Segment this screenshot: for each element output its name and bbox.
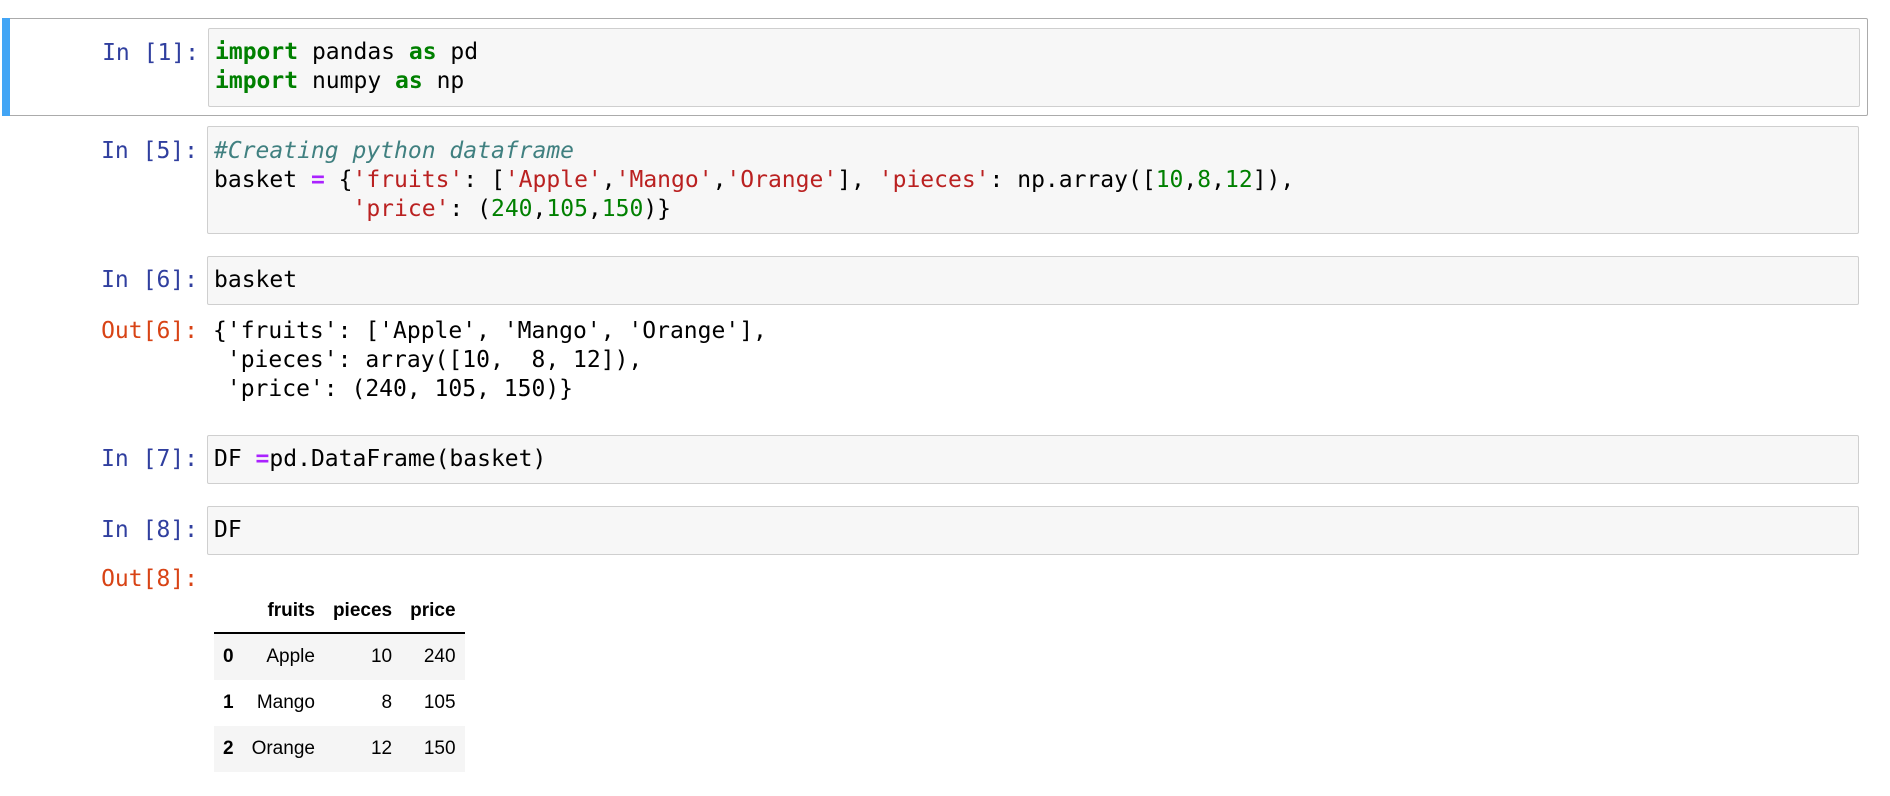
code-token: 240 (490, 196, 533, 222)
output-text: {'fruits': ['Apple', 'Mango', 'Orange'],… (213, 318, 767, 402)
code-token: : ( (449, 196, 491, 222)
code-token: ]), (1252, 167, 1295, 193)
table-row: 0 Apple 10 240 (214, 633, 465, 680)
code-token: DF (214, 517, 242, 543)
cell-price: 105 (423, 692, 456, 713)
code-input[interactable]: basket (207, 256, 1859, 305)
cell-pieces: 8 (381, 692, 393, 713)
code-token: = (255, 446, 270, 472)
code-token: numpy (298, 68, 396, 94)
input-prompt: In [7]: (101, 446, 198, 472)
code-token: import (215, 39, 299, 65)
code-input[interactable]: import pandas as pd import numpy as np (208, 28, 1860, 107)
code-input[interactable]: DF (207, 506, 1859, 555)
row-index: 0 (223, 646, 234, 667)
code-token: as (408, 39, 437, 65)
code-text: DF (214, 516, 242, 545)
code-token: 150 (601, 196, 644, 222)
code-token: 'pieces' (878, 167, 990, 193)
code-cell-7[interactable]: In [7]: DF =pd.DataFrame(basket) (0, 435, 1890, 487)
code-token: np (422, 68, 465, 94)
code-cell-6[interactable]: In [6]: basket Out[6]: {'fruits': ['Appl… (0, 256, 1890, 416)
code-text: DF =pd.DataFrame(basket) (214, 445, 546, 474)
code-token: 'Apple' (504, 167, 602, 193)
output-prompt: Out[6]: (101, 318, 198, 344)
column-header-pieces: pieces (323, 590, 402, 634)
input-prompt: In [6]: (101, 267, 198, 293)
code-token: )} (643, 196, 672, 222)
code-cell-5[interactable]: In [5]: #Creating python dataframe baske… (0, 126, 1890, 236)
code-token: , (587, 196, 602, 222)
cell-pieces: 10 (370, 646, 393, 667)
code-input[interactable]: DF =pd.DataFrame(basket) (207, 435, 1859, 484)
code-token: : [ (463, 167, 505, 193)
cell-price: 150 (423, 738, 456, 759)
code-token: , (712, 167, 727, 193)
code-token: 'Mango' (615, 167, 713, 193)
cell-fruits: Orange (251, 738, 315, 759)
code-token: 'Orange' (726, 167, 838, 193)
column-header-fruits: fruits (242, 590, 324, 634)
input-prompt: In [5]: (101, 138, 198, 164)
code-input[interactable]: #Creating python dataframe basket = {'fr… (207, 126, 1859, 234)
output-prompt: Out[8]: (101, 566, 198, 592)
code-token: import (215, 68, 299, 94)
code-text: import pandas as pd import numpy as np (215, 38, 478, 96)
code-token: , (1183, 167, 1198, 193)
code-token: 10 (1155, 167, 1184, 193)
code-token: = (310, 167, 325, 193)
code-token: { (324, 167, 353, 193)
column-header-price: price (401, 590, 465, 634)
index-header (214, 590, 243, 634)
input-prompt: In [1]: (102, 40, 199, 66)
code-text: basket (214, 266, 297, 295)
code-cell-1[interactable]: In [1]: import pandas as pd import numpy… (2, 18, 1868, 116)
row-index: 1 (223, 692, 234, 713)
code-token: #Creating python dataframe (214, 138, 575, 164)
code-token: basket (214, 267, 298, 293)
code-token: 8 (1197, 167, 1212, 193)
code-token: pd.DataFrame(basket) (269, 446, 547, 472)
code-text: #Creating python dataframe basket = {'fr… (214, 137, 1294, 224)
code-token: pandas (298, 39, 409, 65)
code-token: as (395, 68, 423, 94)
code-token: basket (214, 167, 311, 193)
table-row: 2 Orange 12 150 (214, 726, 465, 772)
table-row: 1 Mango 8 105 (214, 680, 465, 726)
code-token: pd (436, 39, 479, 65)
code-token: ], (837, 167, 879, 193)
row-index: 2 (223, 738, 234, 759)
code-token: , (532, 196, 547, 222)
code-token: DF (214, 446, 256, 472)
code-token: 'fruits' (352, 167, 464, 193)
cell-pieces: 12 (370, 738, 393, 759)
code-token: : np.array([ (989, 167, 1156, 193)
code-token: 12 (1224, 167, 1253, 193)
input-prompt: In [8]: (101, 517, 198, 543)
dataframe-table: fruits pieces price 0 Apple 10 240 1 Man… (214, 590, 465, 772)
table-header-row: fruits pieces price (214, 590, 465, 634)
code-cell-8[interactable]: In [8]: DF (0, 506, 1890, 558)
cell-fruits: Mango (256, 692, 315, 713)
code-token: , (1211, 167, 1225, 193)
code-token: 105 (546, 196, 588, 222)
code-token: 'price' (352, 196, 450, 222)
code-token: , (601, 167, 616, 193)
cell-fruits: Apple (266, 646, 315, 667)
cell-price: 240 (423, 646, 456, 667)
